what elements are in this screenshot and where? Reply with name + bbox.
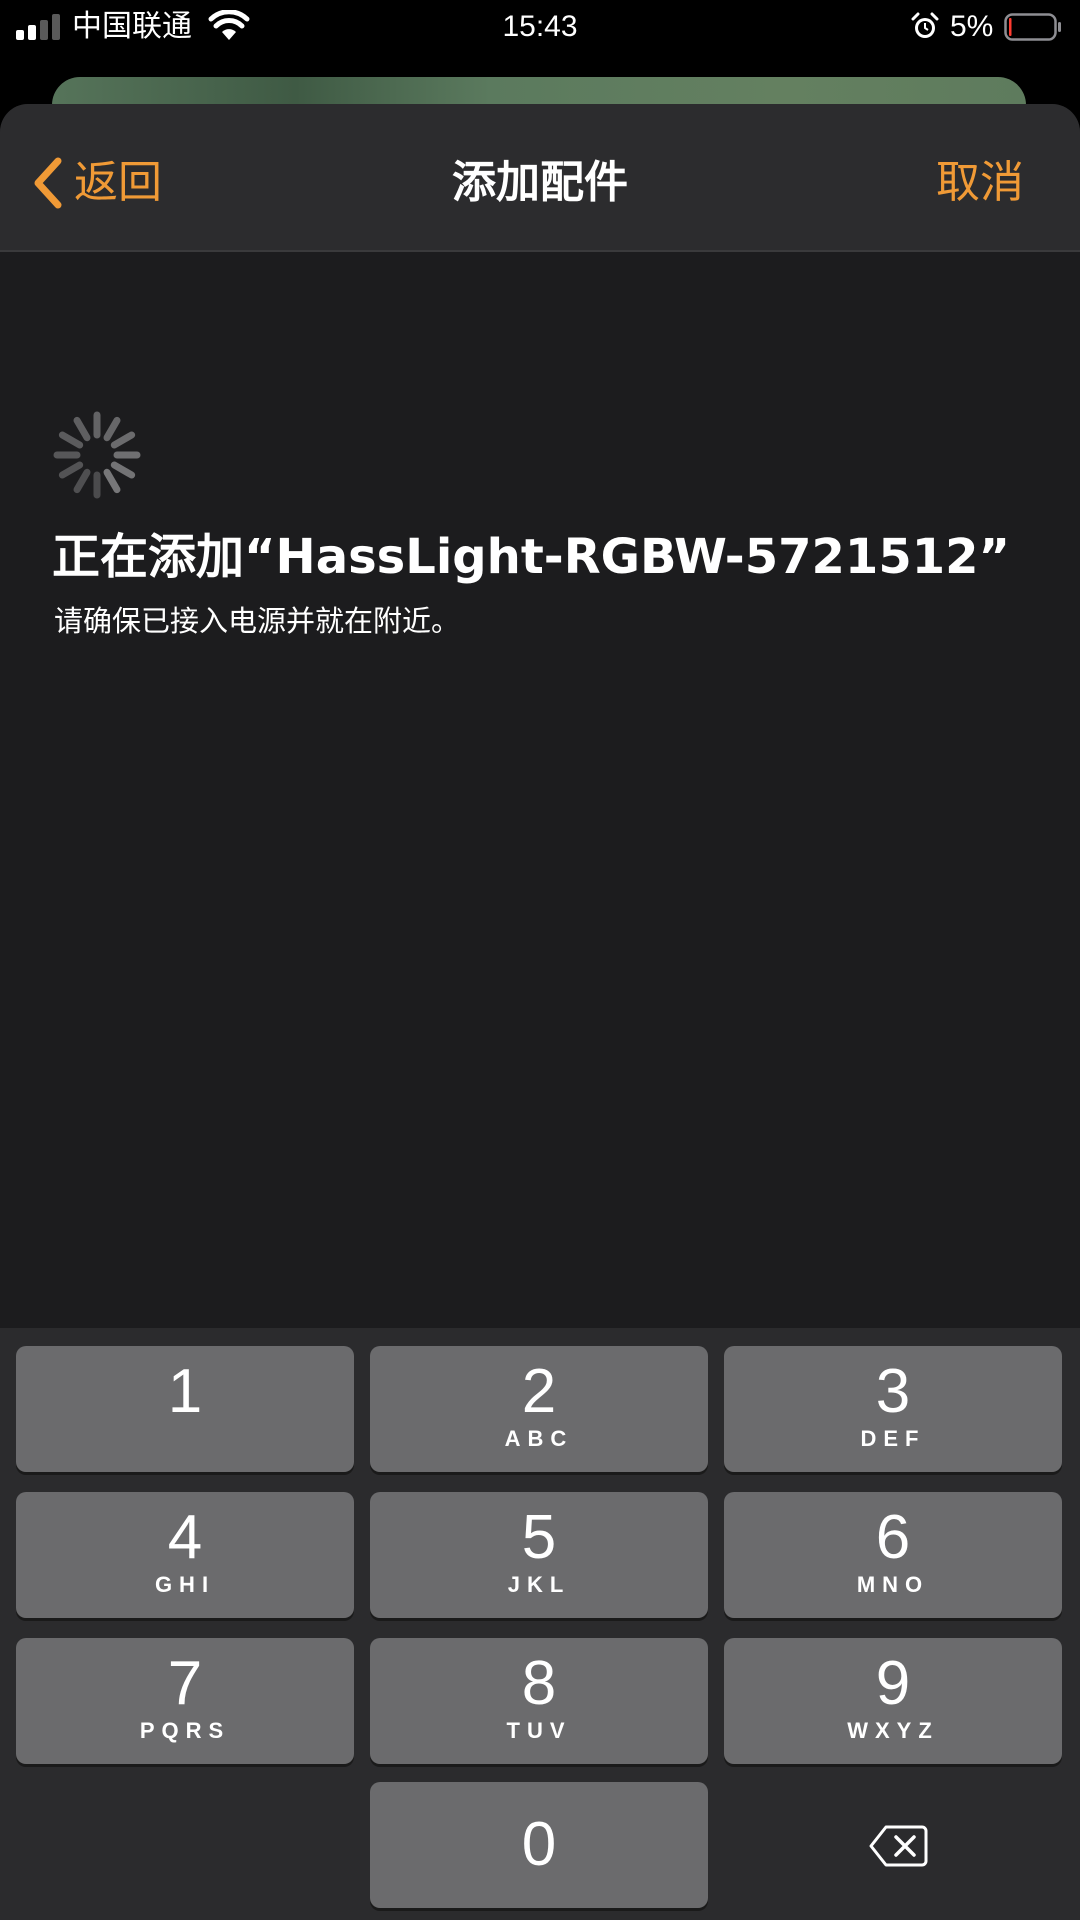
key-letters: GHI <box>154 1572 216 1597</box>
key-letters: PQRS <box>139 1718 231 1743</box>
key-letters: MNO <box>856 1572 930 1597</box>
key-digit: 9 <box>875 1649 911 1718</box>
adding-accessory-subtitle: 请确保已接入电源并就在附近。 <box>54 604 461 638</box>
key-letters: TUV <box>506 1718 572 1743</box>
key-digit: 0 <box>521 1810 557 1879</box>
key-7[interactable]: 7 PQRS <box>16 1638 354 1764</box>
key-digit: 6 <box>875 1503 911 1572</box>
key-digit: 1 <box>167 1357 203 1426</box>
key-digit: 8 <box>521 1649 557 1718</box>
navigation-bar: 返回 添加配件 取消 <box>0 104 1080 252</box>
key-3[interactable]: 3 DEF <box>724 1346 1062 1472</box>
key-0[interactable]: 0 <box>370 1782 708 1908</box>
battery-icon <box>1004 13 1061 41</box>
activity-spinner-icon <box>53 411 141 499</box>
battery-percentage: 5% <box>950 10 994 43</box>
screen: 中国联通 15:43 5% 返回 添加配件 取消 正在添加“HassLight-… <box>0 0 1080 1920</box>
key-9[interactable]: 9 WXYZ <box>724 1638 1062 1764</box>
key-digit: 4 <box>167 1503 203 1572</box>
key-5[interactable]: 5 JKL <box>370 1492 708 1618</box>
key-6[interactable]: 6 MNO <box>724 1492 1062 1618</box>
cancel-button[interactable]: 取消 <box>936 148 1024 218</box>
status-bar: 中国联通 15:43 5% <box>0 0 1080 56</box>
key-1[interactable]: 1 <box>16 1346 354 1472</box>
key-letters: JKL <box>507 1572 571 1597</box>
alarm-icon <box>911 12 939 38</box>
backspace-icon <box>869 1825 928 1867</box>
key-letters: ABC <box>504 1426 574 1451</box>
key-letters: WXYZ <box>847 1718 939 1743</box>
key-letters: DEF <box>860 1426 926 1451</box>
numeric-keypad: 0 9 WXYZ 8 TUV 7 PQRS 6 MNO 5 JKL 4 GHI 3 DEF 2 ABC 1 <box>0 1328 1080 1920</box>
page-title: 添加配件 <box>452 157 628 208</box>
key-digit: 3 <box>875 1357 911 1426</box>
key-digit: 2 <box>521 1357 557 1426</box>
key-2[interactable]: 2 ABC <box>370 1346 708 1472</box>
key-digit: 7 <box>167 1649 203 1718</box>
key-8[interactable]: 8 TUV <box>370 1638 708 1764</box>
key-digit: 5 <box>521 1503 557 1572</box>
key-4[interactable]: 4 GHI <box>16 1492 354 1618</box>
adding-accessory-title: 正在添加“HassLight-RGBW-5721512” <box>52 529 1011 585</box>
delete-key[interactable] <box>724 1782 1062 1908</box>
